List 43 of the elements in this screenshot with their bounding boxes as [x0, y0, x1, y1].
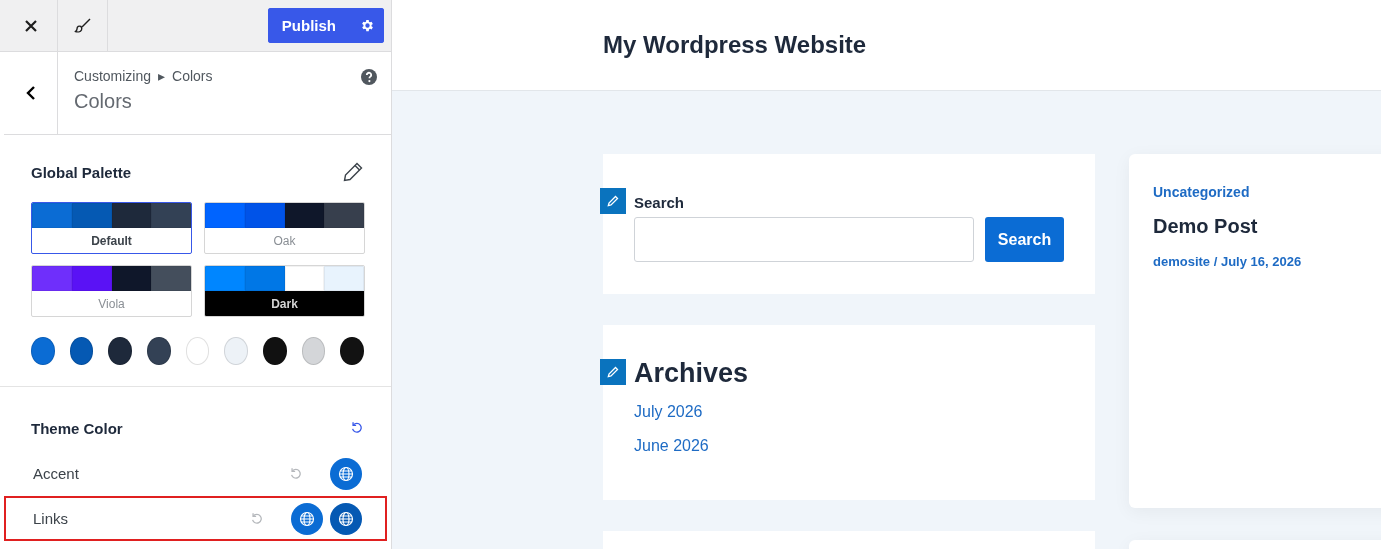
breadcrumb-text: ▸	[158, 68, 166, 84]
color-swatch[interactable]	[340, 337, 365, 365]
color-swatch[interactable]	[224, 337, 249, 365]
palette-option[interactable]: Dark	[204, 265, 365, 317]
globe-icon	[299, 510, 315, 527]
color-swatch[interactable]	[263, 337, 287, 365]
search-input-field[interactable]	[634, 217, 974, 262]
search-label: Search	[634, 194, 686, 211]
section-title: Global Palette	[31, 163, 132, 181]
palette-option[interactable]: Default	[31, 202, 192, 254]
section-title: Theme Color	[31, 419, 123, 437]
color-swatch[interactable]	[108, 337, 132, 365]
archive-link[interactable]: June 2026	[634, 437, 1064, 455]
color-label: Accent	[33, 465, 80, 482]
edit-pencil-icon[interactable]	[600, 359, 626, 385]
globe-icon	[338, 510, 354, 527]
globe-icon	[338, 465, 354, 482]
palette-option[interactable]: Oak	[204, 202, 365, 254]
color-swatch[interactable]	[301, 337, 326, 365]
chevron-left-icon	[25, 85, 36, 101]
widget-heading: Archives	[634, 358, 750, 389]
edit-pencil-icon[interactable]	[600, 188, 626, 214]
close-icon	[23, 18, 38, 33]
site-title: My Wordpress Website	[603, 31, 867, 59]
category-link[interactable]: Uncategorized	[1153, 184, 1381, 200]
breadcrumb-text: Colors	[172, 68, 213, 84]
globe-color-button[interactable]	[330, 502, 362, 535]
globe-color-button[interactable]	[330, 457, 362, 490]
search-button[interactable]: Search	[985, 217, 1064, 262]
breadcrumb-text: Customizing	[74, 68, 152, 84]
color-label: Links	[33, 510, 70, 527]
panel-title: Colors	[74, 90, 133, 113]
color-swatch[interactable]	[185, 337, 210, 365]
archive-link[interactable]: July 2026	[634, 403, 1064, 421]
color-swatch[interactable]	[69, 337, 94, 365]
help-icon[interactable]	[361, 69, 377, 85]
color-swatch[interactable]	[31, 337, 55, 365]
globe-color-button[interactable]	[291, 502, 323, 535]
palette-option[interactable]: Viola	[31, 265, 192, 317]
pencil-icon[interactable]	[342, 161, 364, 183]
post-title[interactable]: Demo Post	[1153, 215, 1381, 238]
post-meta-link[interactable]: demosite / July 16, 2026	[1153, 254, 1381, 269]
color-swatch[interactable]	[147, 337, 171, 365]
